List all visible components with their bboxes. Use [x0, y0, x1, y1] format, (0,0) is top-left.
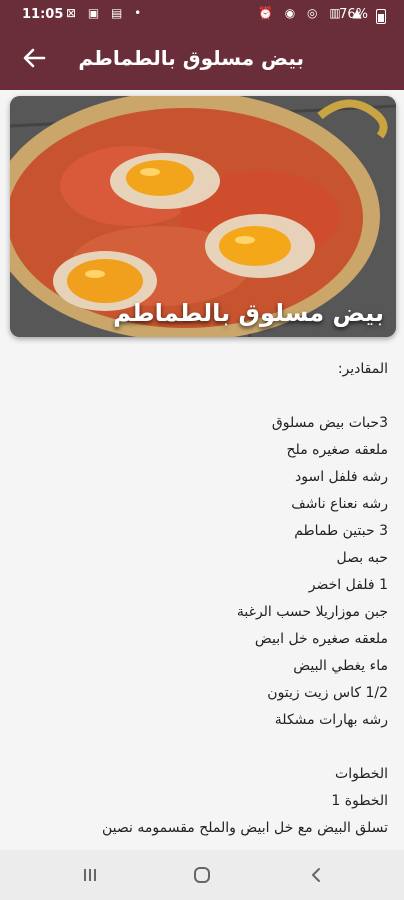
battery-icon [376, 9, 386, 24]
ingredient-item: رشه بهارات مشكلة [274, 712, 388, 728]
app-bar: بيض مسلوق بالطماطم [0, 30, 404, 90]
ingredient-item: رشه فلفل اسود [295, 469, 388, 485]
page-title: بيض مسلوق بالطماطم [78, 46, 304, 70]
system-nav-bar [0, 850, 404, 900]
battery-percent: 76% [339, 7, 368, 22]
ingredient-item: ماء يغطي البيض [293, 658, 388, 674]
back-arrow-icon[interactable] [20, 44, 48, 72]
ingredient-item: ملعقه صغيره خل ابيض [254, 631, 388, 647]
ingredient-item: 3حبات بيض مسلوق [271, 415, 388, 431]
back-icon[interactable] [309, 867, 323, 883]
ingredient-item: رشه نعناع ناشف [291, 496, 388, 512]
ingredient-item: حبه بصل [336, 550, 388, 566]
status-time: 11:05 [22, 7, 64, 22]
steps-heading: الخطوات [335, 766, 388, 782]
status-bar: 11:05 ⊠ ▣ ▤ • ⏰ ◉ ◎ ▥ ▲ 76% [0, 0, 404, 30]
recipe-content: المقادير: 3حبات بيض مسلوق ملعقه صغيره مل… [16, 360, 388, 846]
home-icon[interactable] [194, 867, 210, 883]
ingredients-heading: المقادير: [337, 361, 388, 377]
step-label: الخطوة 1 [331, 793, 388, 809]
ingredient-item: جبن موزاريلا حسب الرغبة [236, 604, 388, 620]
ingredient-item: ملعقه صغيره ملح [286, 442, 388, 458]
recipe-image: بيض مسلوق بالطماطم [10, 96, 396, 337]
recipe-image-caption: بيض مسلوق بالطماطم [113, 299, 384, 327]
notification-icons: ⊠ ▣ ▤ • [66, 6, 146, 20]
recent-apps-icon[interactable] [82, 867, 98, 883]
ingredient-item: 1 فلفل اخضر [308, 577, 388, 593]
ingredient-item: 1/2 كاس زيت زيتون [267, 685, 388, 701]
step-text: تسلق البيض مع خل ابيض والملح مقسمومه نصي… [102, 820, 388, 836]
ingredient-item: 3 حبتين طماطم [294, 523, 388, 539]
